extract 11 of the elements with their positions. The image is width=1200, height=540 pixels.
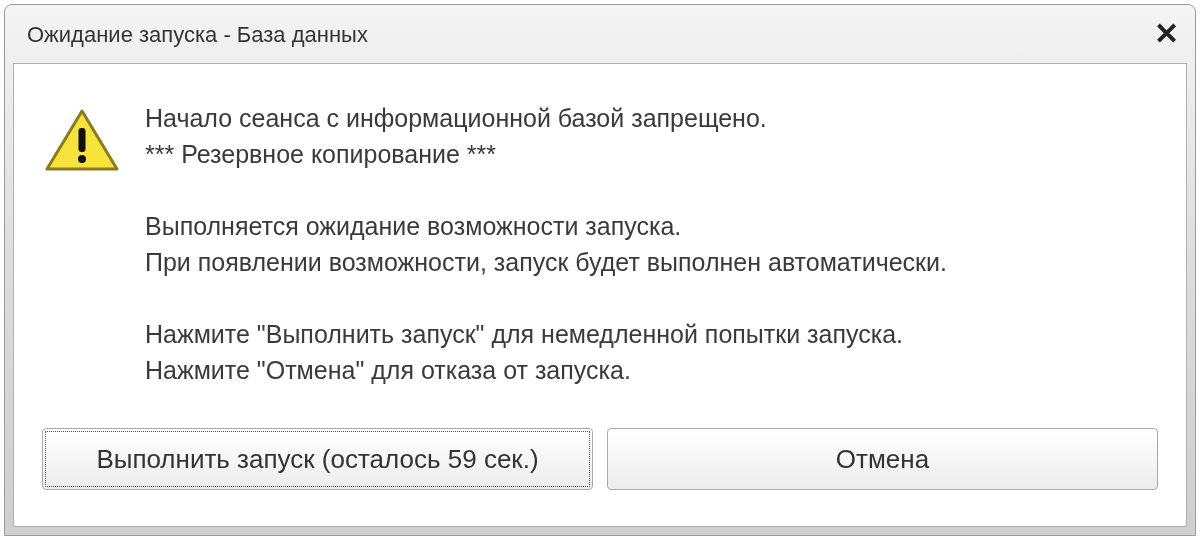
message-line: Начало сеанса с информационной базой запрещено.: [145, 103, 768, 134]
message-line: *** Резервное копирование ***: [145, 139, 498, 170]
close-button[interactable]: ✕: [1150, 19, 1183, 49]
message-line: При появлении возможности, запуск будет выполнен автоматически.: [145, 247, 947, 278]
dialog-button[interactable]: Отмена: [607, 428, 1158, 490]
window-title: Ожидание запуска - База данных: [27, 20, 368, 49]
message-line: Нажмите "Выполнить запуск" для немедленной попытки запуска.: [145, 319, 905, 350]
message-line: Выполняется ожидание возможности запуска.: [145, 211, 683, 242]
dialog-button[interactable]: Выполнить запуск (осталось 59 сек.): [42, 428, 593, 490]
warning-icon: [44, 108, 120, 172]
message-line: Нажмите "Отмена" для отказа от запуска.: [145, 355, 632, 386]
